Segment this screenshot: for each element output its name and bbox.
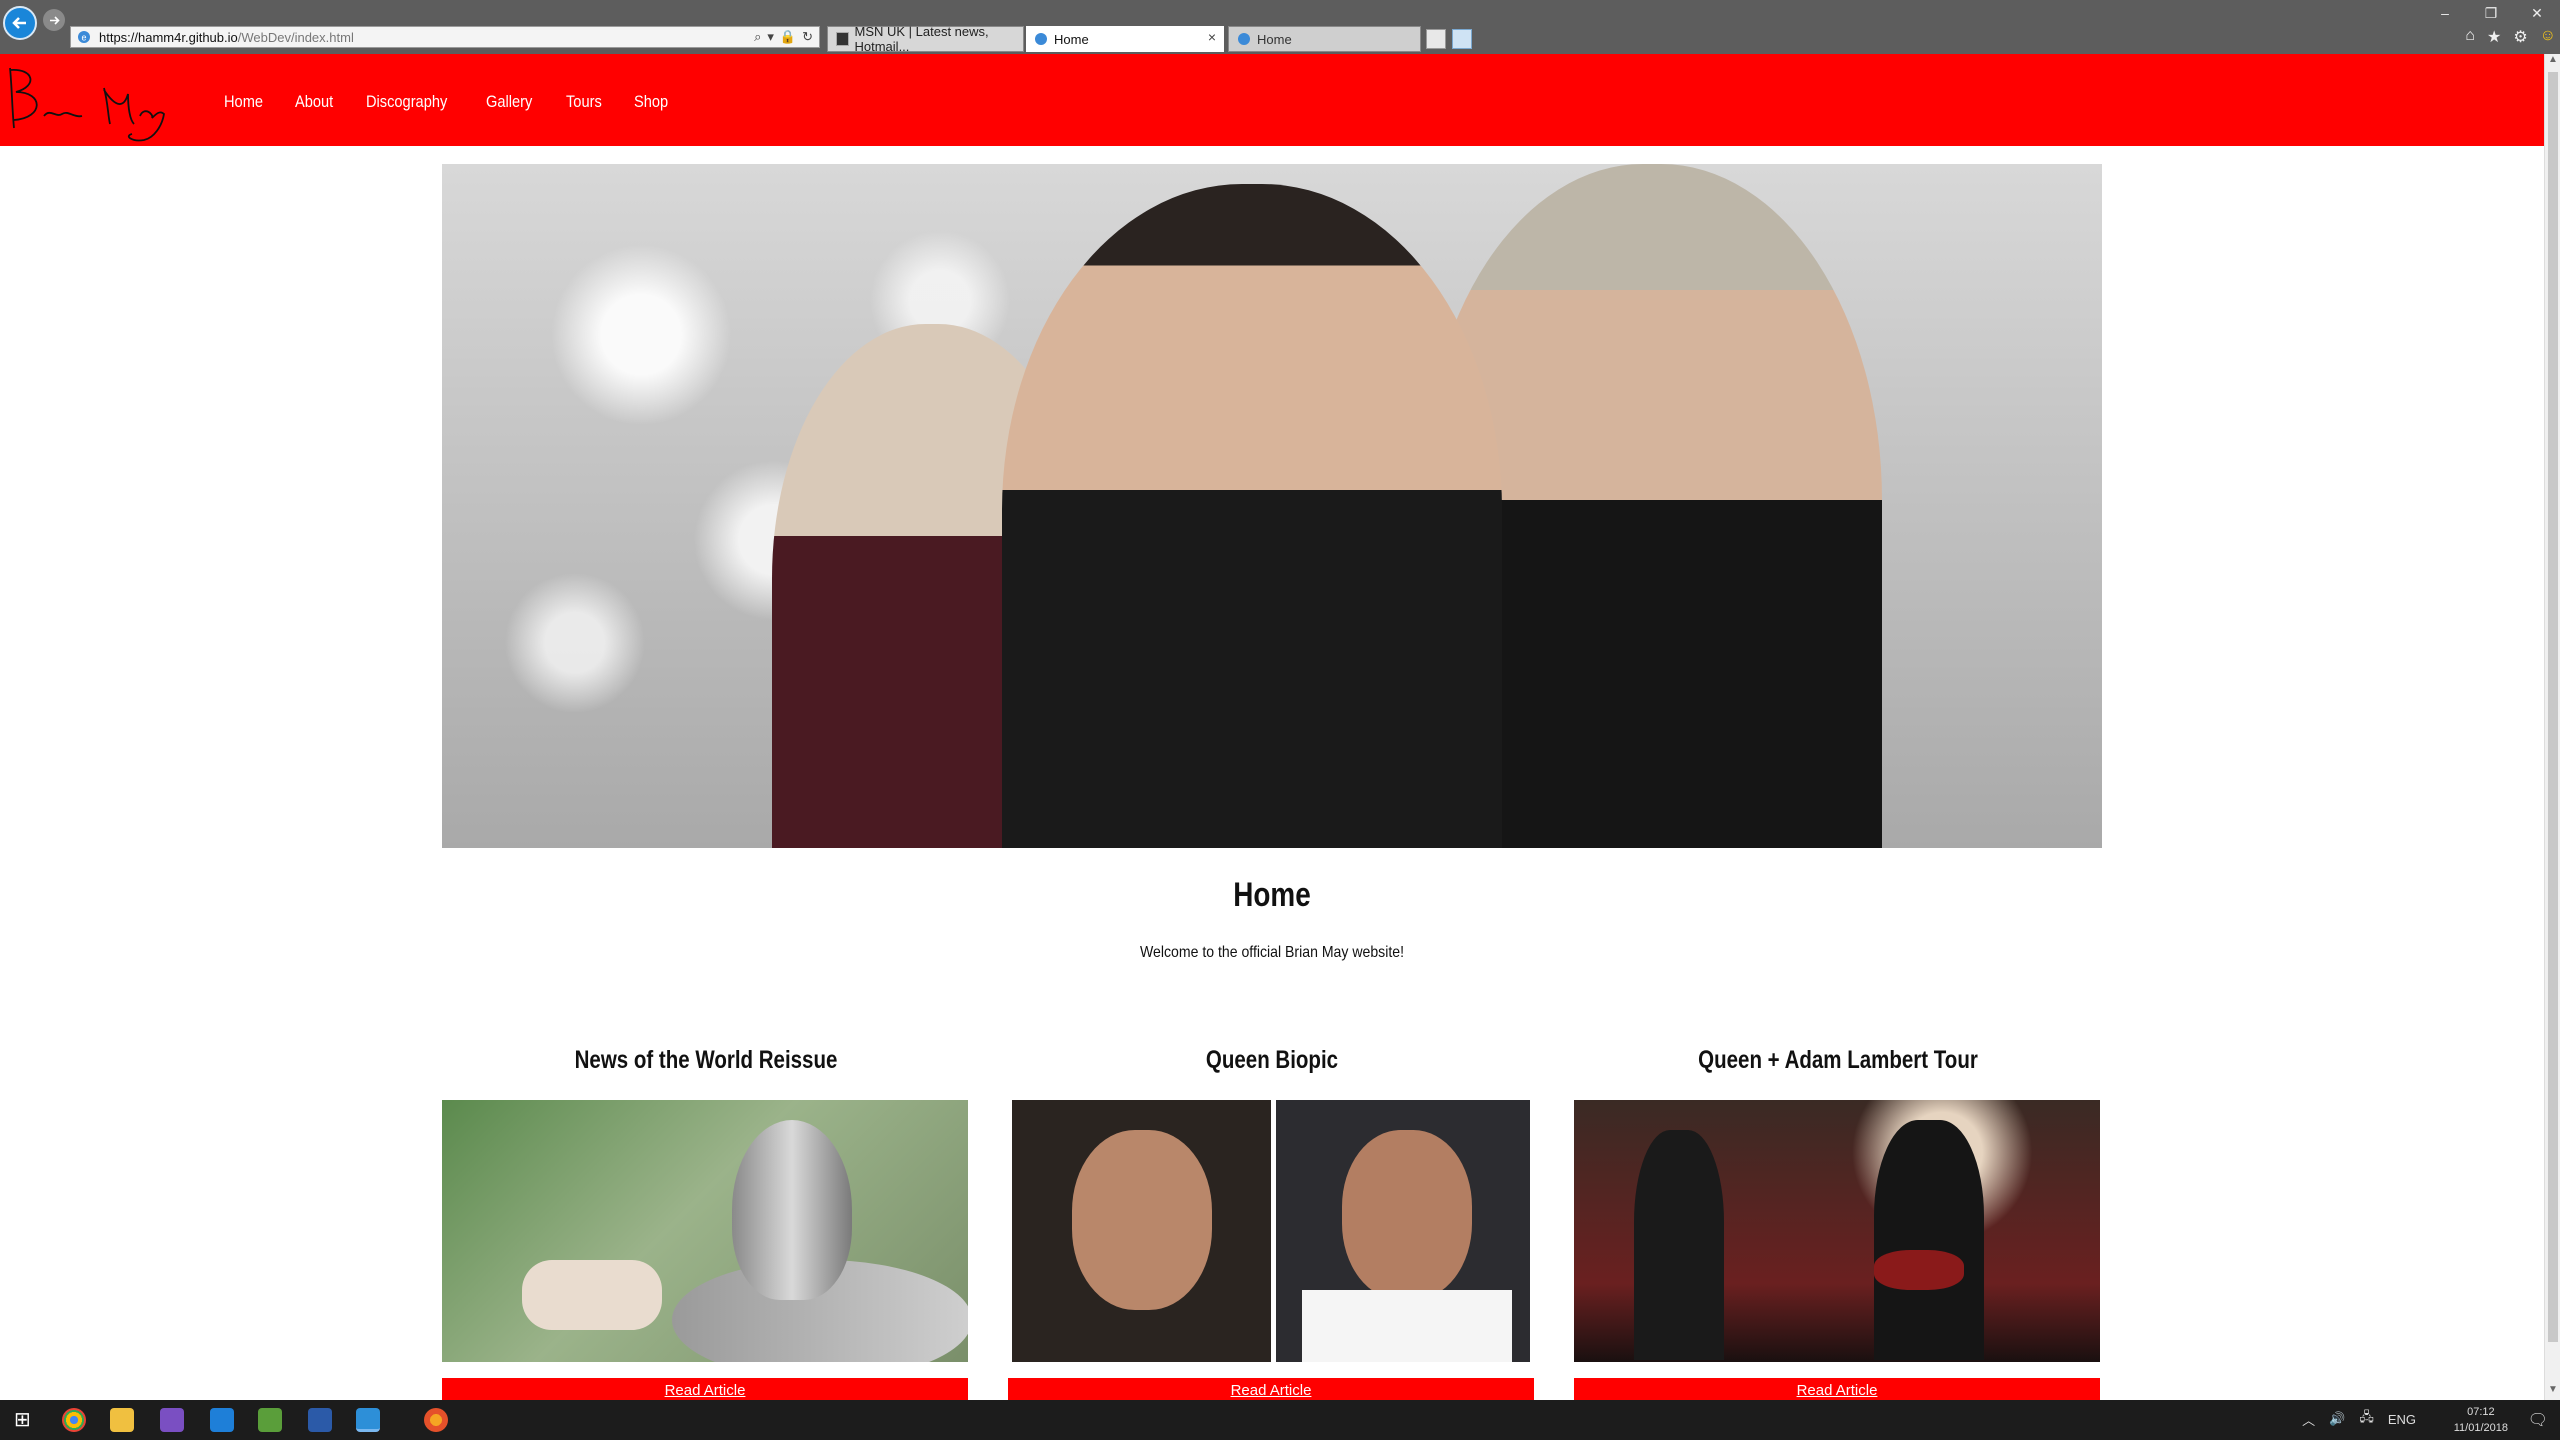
file-explorer-icon[interactable] (110, 1408, 134, 1432)
performer-left (1634, 1130, 1724, 1360)
dropdown-icon[interactable]: ▾ (767, 29, 774, 45)
restore-icon[interactable]: ❐ (2468, 0, 2514, 26)
chrome-icon[interactable] (62, 1408, 86, 1432)
brian-may-signature-logo[interactable] (4, 58, 184, 142)
refresh-icon[interactable]: ↻ (802, 29, 813, 45)
clock-time: 07:12 (2467, 1406, 2495, 1418)
minimize-icon[interactable]: – (2422, 0, 2468, 26)
browser-chrome: e https://hamm4r.github.io/WebDev/index.… (0, 0, 2560, 54)
browser-toolbar: ⌂ ★ ⚙ ☺ (2465, 27, 2556, 47)
nav-link-discography[interactable]: Discography (366, 92, 447, 112)
windows-taskbar: ⊞ ︿ 🔊 🖧 ENG 07:12 11/01/2018 🗨 (0, 1400, 2560, 1440)
lock-icon[interactable]: 🔒 (780, 29, 796, 45)
page-title: Home (1233, 876, 1311, 914)
article-title: News of the World Reissue (574, 1046, 838, 1074)
vertical-scrollbar[interactable]: ▲ ▼ (2544, 54, 2560, 1400)
nav-link-about[interactable]: About (295, 92, 333, 112)
welcome-text: Welcome to the official Brian May websit… (1140, 944, 1404, 961)
forward-button[interactable] (43, 9, 65, 31)
article-card: Queen + Adam Lambert Tour Read Article (1574, 1046, 2102, 1404)
article-card: News of the World Reissue Read Article (442, 1046, 970, 1404)
tab-msn[interactable]: MSN UK | Latest news, Hotmail... (827, 24, 1024, 54)
url-path: /WebDev/index.html (237, 29, 354, 45)
ie-icon[interactable] (1452, 29, 1472, 49)
site-navbar: Home About Discography Gallery Tours Sho… (0, 54, 2544, 146)
network-icon[interactable]: 🖧 (2359, 1408, 2374, 1430)
back-button[interactable] (3, 6, 37, 40)
url-host: https://hamm4r.github.io (99, 29, 238, 45)
article-image-tour (1574, 1100, 2100, 1362)
scroll-thumb[interactable] (2548, 72, 2558, 1342)
hero-image (442, 164, 2102, 848)
visual-studio-icon[interactable] (160, 1408, 184, 1432)
tab-home-active[interactable]: Home × (1026, 26, 1224, 52)
window-controls: – ❐ ✕ (2422, 0, 2560, 26)
portrait-left (1072, 1130, 1212, 1310)
home-icon[interactable]: ⌂ (2465, 27, 2475, 47)
internet-explorer-icon[interactable] (356, 1408, 380, 1432)
article-image-news-of-the-world (442, 1100, 968, 1362)
language-indicator[interactable]: ENG (2388, 1412, 2416, 1427)
clock-date: 11/01/2018 (2453, 1422, 2508, 1434)
tray-expand-icon[interactable]: ︿ (2302, 1410, 2315, 1429)
word-icon[interactable] (308, 1408, 332, 1432)
scroll-up-icon[interactable]: ▲ (2545, 54, 2560, 70)
ie-page-icon (1035, 33, 1047, 45)
performer-right (1874, 1120, 1984, 1360)
gear-icon[interactable]: ⚙ (2513, 27, 2527, 47)
scroll-down-icon[interactable]: ▼ (2545, 1384, 2560, 1400)
forward-arrow-icon (49, 15, 60, 25)
new-tab-button[interactable] (1426, 29, 1446, 49)
msn-favicon-icon (836, 32, 849, 46)
nav-link-gallery[interactable]: Gallery (486, 92, 532, 112)
article-image-queen-biopic (1012, 1100, 1530, 1362)
portrait-right (1342, 1130, 1472, 1300)
svg-text:e: e (81, 33, 86, 43)
back-arrow-icon (12, 17, 26, 29)
album-art-figure (522, 1260, 662, 1330)
notepad-icon[interactable] (258, 1408, 282, 1432)
close-tab-icon[interactable]: × (1208, 29, 1216, 45)
album-art-robot-head (732, 1120, 852, 1300)
search-icon[interactable]: ⌕ (754, 29, 761, 45)
main-nav: Home About Discography Gallery Tours Sho… (224, 92, 673, 112)
windows-start-icon[interactable]: ⊞ (14, 1407, 38, 1431)
tab-label: Home (1054, 31, 1089, 47)
volume-icon[interactable]: 🔊 (2329, 1411, 2345, 1427)
article-title: Queen Biopic (1205, 1046, 1339, 1074)
ie-page-icon (1238, 33, 1250, 45)
portrait-right-shirt (1302, 1290, 1512, 1362)
nav-link-shop[interactable]: Shop (634, 92, 668, 112)
close-icon[interactable]: ✕ (2514, 0, 2560, 26)
nav-link-home[interactable]: Home (224, 92, 263, 112)
nav-link-tours[interactable]: Tours (566, 92, 602, 112)
guitar (1874, 1250, 1964, 1290)
firefox-icon[interactable] (424, 1408, 448, 1432)
article-card: Queen Biopic Read Article (1008, 1046, 1536, 1404)
maps-icon[interactable] (210, 1408, 234, 1432)
ie-page-icon: e (78, 31, 90, 43)
tab-label: MSN UK | Latest news, Hotmail... (854, 24, 989, 54)
tab-home[interactable]: Home (1228, 26, 1421, 52)
hero-person-center (1002, 184, 1502, 848)
smiley-feedback-icon[interactable]: ☺ (2540, 27, 2556, 47)
favorites-star-icon[interactable]: ★ (2487, 27, 2501, 47)
article-title: Queen + Adam Lambert Tour (1698, 1046, 1978, 1074)
address-bar[interactable]: e https://hamm4r.github.io/WebDev/index.… (70, 26, 820, 48)
tab-label: Home (1257, 31, 1292, 47)
notification-center-icon[interactable]: 🗨 (2528, 1410, 2548, 1430)
address-bar-icons: ⌕ ▾ 🔒 ↻ (754, 29, 813, 45)
clock[interactable]: 07:12 11/01/2018 (2454, 1404, 2508, 1436)
